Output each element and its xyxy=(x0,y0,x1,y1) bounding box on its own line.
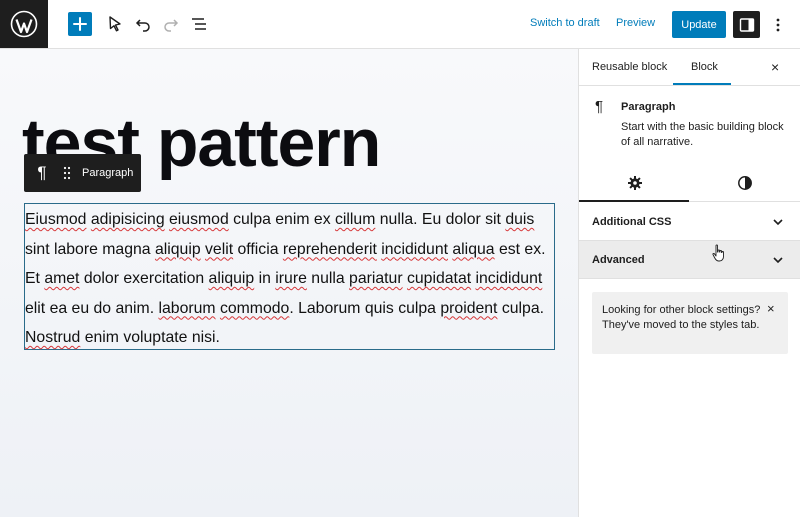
paragraph-text-run: sint labore magna xyxy=(25,240,155,258)
spellcheck-word: aliquip xyxy=(154,240,201,258)
notice-text: Looking for other block settings? They'v… xyxy=(602,304,761,331)
undo-icon xyxy=(135,19,150,32)
block-card-title: Paragraph xyxy=(621,101,676,113)
add-block-button[interactable] xyxy=(68,12,92,36)
settings-sidebar-toggle[interactable] xyxy=(733,11,760,38)
paragraph-text-run: nulla. Eu dolor sit xyxy=(375,211,506,228)
tab-block[interactable]: Block xyxy=(691,61,718,73)
editor-canvas[interactable]: test pattern ¶ Paragraph Eiusmod adipisi… xyxy=(0,49,578,517)
block-toolbar: ¶ Paragraph xyxy=(24,154,141,192)
active-subtab-indicator xyxy=(579,200,689,202)
list-view-icon xyxy=(192,18,206,30)
block-card: ¶ Paragraph Start with the basic buildin… xyxy=(579,86,800,156)
spellcheck-word: Eiusmod xyxy=(25,211,87,228)
chevron-down-icon xyxy=(773,219,783,226)
hand-pointer-cursor-icon xyxy=(712,244,724,262)
block-type-label[interactable]: Paragraph xyxy=(82,167,133,179)
select-tool-icon xyxy=(109,16,121,32)
active-tab-indicator xyxy=(673,83,731,85)
select-tool-button[interactable] xyxy=(103,12,127,36)
tab-reusable-block[interactable]: Reusable block xyxy=(592,61,667,73)
paragraph-text[interactable]: Eiusmod adipisicing eiusmod culpa enim e… xyxy=(25,204,554,353)
plus-icon xyxy=(73,17,87,31)
spellcheck-word: adipisicing xyxy=(90,211,165,228)
spellcheck-word: amet xyxy=(44,270,80,287)
switch-to-draft-button[interactable]: Switch to draft xyxy=(530,17,600,29)
spellcheck-word: commodo xyxy=(219,299,290,317)
spellcheck-word: cupidatat xyxy=(407,270,472,287)
redo-button[interactable] xyxy=(159,12,183,36)
preview-button[interactable]: Preview xyxy=(616,17,655,29)
spellcheck-word: pariatur xyxy=(349,270,403,287)
moved-settings-notice: Looking for other block settings? They'v… xyxy=(592,292,788,354)
spellcheck-word: incididunt xyxy=(381,240,448,258)
spellcheck-word: aliqua xyxy=(452,240,495,258)
styles-half-circle-icon[interactable] xyxy=(737,175,753,191)
settings-sidebar: Reusable block Block × ¶ Paragraph Start… xyxy=(578,49,800,517)
paragraph-text-run: elit ea eu do anim. xyxy=(25,299,159,317)
spellcheck-word: incididunt xyxy=(475,270,543,287)
paragraph-text-run: in xyxy=(254,270,276,287)
paragraph-text-run: . Laborum quis culpa xyxy=(289,299,441,317)
list-view-button[interactable] xyxy=(187,12,211,36)
spellcheck-word: reprehenderit xyxy=(282,240,377,258)
drag-handle-icon[interactable] xyxy=(60,154,74,192)
redo-icon xyxy=(164,19,179,32)
spellcheck-word: proident xyxy=(440,299,498,317)
panel-title-advanced: Advanced xyxy=(592,254,645,266)
block-inspector-tabs xyxy=(579,164,800,202)
close-sidebar-button[interactable]: × xyxy=(771,59,779,75)
panel-title-additional-css: Additional CSS xyxy=(592,216,672,228)
update-button[interactable]: Update xyxy=(672,11,726,38)
panel-additional-css[interactable]: Additional CSS xyxy=(579,203,800,241)
panel-advanced[interactable]: Advanced xyxy=(579,241,800,279)
paragraph-icon: ¶ xyxy=(595,98,604,115)
block-card-description: Start with the basic building block of a… xyxy=(621,121,784,148)
paragraph-text-run: officia xyxy=(233,240,283,258)
paragraph-text-run: nulla xyxy=(306,270,350,287)
wordpress-logo-icon[interactable] xyxy=(0,0,48,48)
chevron-down-icon xyxy=(773,257,783,264)
paragraph-block[interactable]: Eiusmod adipisicing eiusmod culpa enim e… xyxy=(24,203,555,350)
notice-close-button[interactable]: × xyxy=(767,301,775,316)
undo-button[interactable] xyxy=(131,12,155,36)
spellcheck-word: laborum xyxy=(158,299,216,317)
paragraph-text-run: enim voluptate nisi. xyxy=(80,329,220,346)
spellcheck-word: eiusmod xyxy=(169,211,229,228)
paragraph-text-run: dolor exercitation xyxy=(79,270,209,287)
paragraph-text-run: culpa. xyxy=(497,299,544,317)
more-options-button[interactable] xyxy=(768,13,788,37)
spellcheck-word: cillum xyxy=(334,211,376,228)
sidebar-tabs: Reusable block Block × xyxy=(579,49,800,86)
spellcheck-word: duis xyxy=(505,211,535,228)
editor-header: Switch to draft Preview Update xyxy=(0,0,800,49)
paragraph-block-icon[interactable]: ¶ xyxy=(24,154,60,192)
sidebar-toggle-icon xyxy=(739,17,754,32)
spellcheck-word: velit xyxy=(205,240,234,258)
spellcheck-word: irure xyxy=(275,270,307,287)
drag-dots xyxy=(63,166,71,180)
wordpress-logo-svg xyxy=(10,10,38,38)
spellcheck-word: Nostrud xyxy=(25,329,81,346)
more-vertical-icon xyxy=(776,18,780,32)
settings-gear-icon[interactable] xyxy=(627,175,643,191)
paragraph-text-run: culpa enim ex xyxy=(228,211,335,228)
spellcheck-word: aliquip xyxy=(208,270,255,287)
